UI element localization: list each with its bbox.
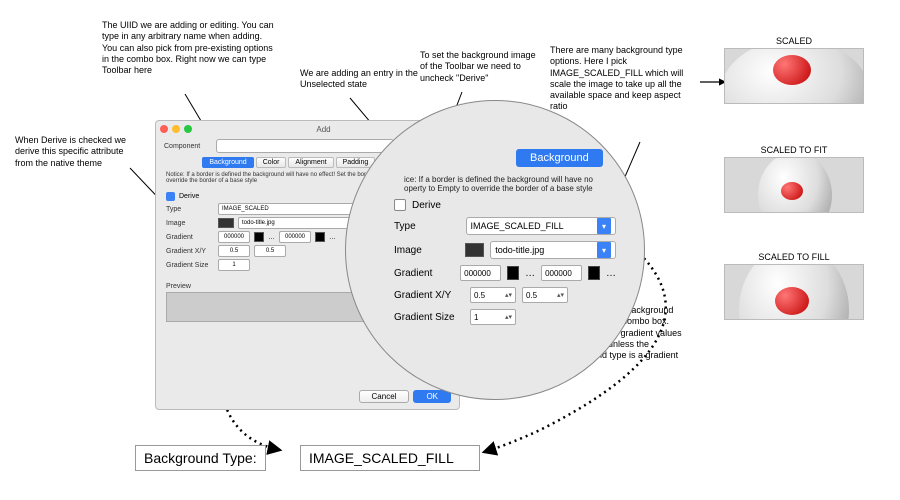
thumb-fit: SCALED TO FIT — [724, 145, 864, 213]
derive-label-mag: Derive — [412, 200, 441, 211]
gradient-b-input[interactable]: 000000 — [279, 231, 311, 243]
window-controls[interactable] — [160, 125, 192, 133]
close-icon[interactable] — [160, 125, 168, 133]
gradientsize-label-mag: Gradient Size — [394, 312, 464, 323]
bottom-label: Background Type: — [135, 445, 266, 471]
tab-background[interactable]: Background — [202, 157, 253, 168]
callout-uiid: The UIID we are adding or editing. You c… — [102, 20, 277, 76]
image-thumb — [218, 218, 234, 228]
bottom-value: IMAGE_SCALED_FILL — [300, 445, 480, 471]
type-label: Type — [166, 206, 214, 213]
chevron-down-icon: ▾ — [597, 218, 611, 234]
gradient-a-input[interactable]: 000000 — [218, 231, 250, 243]
gradient-label: Gradient — [166, 234, 214, 241]
image-label-mag: Image — [394, 245, 459, 256]
chevron-down-icon: ▾ — [597, 242, 611, 258]
callout-unselected: We are adding an entry in the Unselected… — [300, 68, 430, 91]
gradient-a-mag[interactable]: 000000 — [460, 265, 501, 281]
gradient-b-mag[interactable]: 000000 — [541, 265, 582, 281]
ok-button[interactable]: OK — [413, 390, 451, 403]
component-label: Component — [164, 143, 212, 150]
swatch-a[interactable] — [254, 232, 264, 242]
gradient-y-input[interactable]: 0.5 — [254, 245, 286, 257]
gradientsize-label: Gradient Size — [166, 262, 214, 269]
component-combobox[interactable] — [216, 139, 394, 153]
callout-derive: When Derive is checked we derive this sp… — [15, 135, 130, 169]
gradientxy-label: Gradient X/Y — [166, 248, 214, 255]
cancel-button[interactable]: Cancel — [359, 390, 410, 403]
tab-color[interactable]: Color — [256, 157, 287, 168]
minimize-icon[interactable] — [172, 125, 180, 133]
image-thumb-mag — [465, 243, 484, 257]
swatch-b[interactable] — [315, 232, 325, 242]
gy-mag[interactable]: 0.5▴▾ — [522, 287, 568, 303]
gradient-x-input[interactable]: 0.5 — [218, 245, 250, 257]
zoom-icon[interactable] — [184, 125, 192, 133]
gs-mag[interactable]: 1▴▾ — [470, 309, 516, 325]
thumb-scaled: SCALED — [724, 36, 864, 104]
gradient-size-input[interactable]: 1 — [218, 259, 250, 271]
gx-mag[interactable]: 0.5▴▾ — [470, 287, 516, 303]
thumb-fill: SCALED TO FILL — [724, 252, 864, 320]
derive-checkbox-mag[interactable] — [394, 199, 406, 211]
type-label-mag: Type — [394, 221, 460, 232]
gradient-label-mag: Gradient — [394, 268, 454, 279]
swatch-b-mag[interactable] — [588, 266, 600, 280]
callout-bgset: To set the background image of the Toolb… — [420, 50, 540, 84]
notice-mag: ice: If a border is defined the backgrou… — [404, 175, 616, 193]
tab-background-mag[interactable]: Background — [516, 149, 603, 167]
derive-label: Derive — [179, 193, 199, 200]
image-select-mag[interactable]: todo-title.jpg▾ — [490, 241, 616, 259]
magnifier: Background ice: If a border is defined t… — [345, 100, 645, 400]
callout-bgtypes: There are many background type options. … — [550, 45, 700, 113]
derive-checkbox[interactable] — [166, 192, 175, 201]
gradientxy-label-mag: Gradient X/Y — [394, 290, 464, 301]
swatch-a-mag[interactable] — [507, 266, 519, 280]
tab-alignment[interactable]: Alignment — [288, 157, 333, 168]
type-select-mag[interactable]: IMAGE_SCALED_FILL▾ — [466, 217, 616, 235]
image-label: Image — [166, 220, 214, 227]
